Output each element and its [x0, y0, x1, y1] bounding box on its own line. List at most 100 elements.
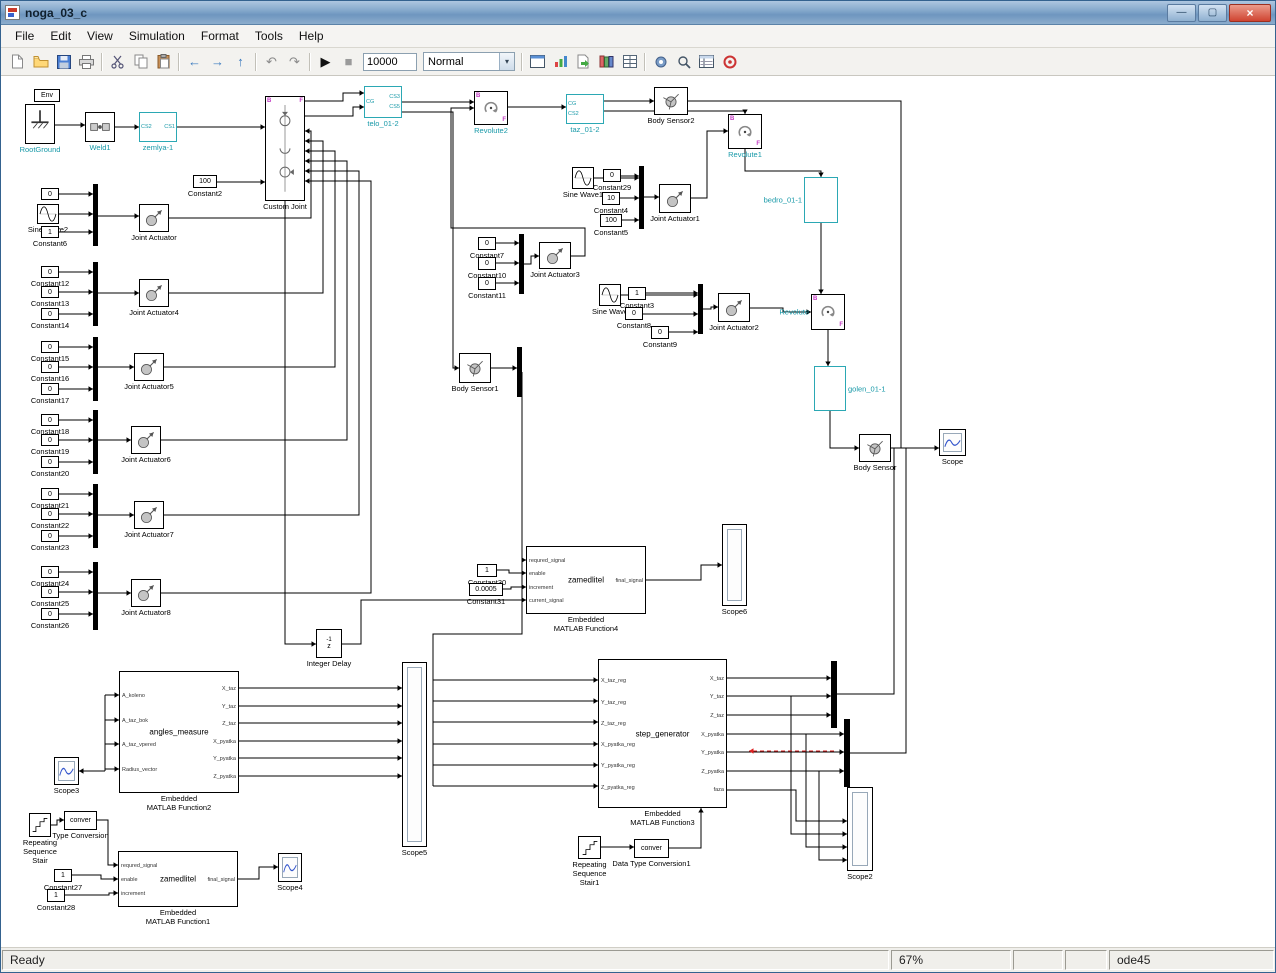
- configuration-button[interactable]: [695, 51, 718, 73]
- revolute2-block[interactable]: BFRevolute2: [474, 91, 508, 125]
- mux-k[interactable]: [831, 661, 837, 728]
- golen-block[interactable]: golen_01-1: [814, 366, 846, 411]
- constant18-block[interactable]: 0Constant18: [41, 414, 59, 426]
- model-explorer-button[interactable]: [618, 51, 641, 73]
- constant19-block[interactable]: 0Constant19: [41, 434, 59, 446]
- simulation-stepper-button[interactable]: [549, 51, 572, 73]
- mux-g[interactable]: [639, 166, 644, 229]
- weld1-block[interactable]: Weld1: [85, 112, 115, 142]
- joint-actuator2-block[interactable]: Joint Actuator2: [718, 293, 750, 322]
- menu-edit[interactable]: Edit: [42, 26, 79, 46]
- copy-button[interactable]: [129, 51, 152, 73]
- maximize-button[interactable]: ▢: [1198, 4, 1227, 22]
- constant8-block[interactable]: 0Constant8: [625, 307, 643, 320]
- new-model-button[interactable]: [6, 51, 29, 73]
- scope3-block[interactable]: Scope3: [54, 757, 79, 785]
- mux-d[interactable]: [93, 410, 98, 474]
- matlab-function3-block[interactable]: step_generatorX_taz_regY_taz_regZ_taz_re…: [598, 659, 727, 808]
- joint-actuator-block[interactable]: Joint Actuator: [139, 204, 169, 232]
- revolute-block[interactable]: BFRevolute: [811, 294, 845, 330]
- back-button[interactable]: ←: [183, 51, 206, 73]
- telo-block[interactable]: CGCS3CS5telo_01-2: [364, 86, 402, 118]
- constant13-block[interactable]: 0Constant13: [41, 286, 59, 298]
- constant6-block[interactable]: 1Constant6: [41, 226, 59, 238]
- constant21-block[interactable]: 0Constant21: [41, 488, 59, 500]
- constant17-block[interactable]: 0Constant17: [41, 383, 59, 395]
- constant30-block[interactable]: 1Constant30: [477, 564, 497, 577]
- find-button[interactable]: [672, 51, 695, 73]
- highlight-button[interactable]: [718, 51, 741, 73]
- constant16-block[interactable]: 0Constant16: [41, 361, 59, 373]
- joint-actuator3-block[interactable]: Joint Actuator3: [539, 242, 571, 269]
- library-browser-button[interactable]: [595, 51, 618, 73]
- constant20-block[interactable]: 0Constant20: [41, 456, 59, 468]
- repeating-sequence-stair-block[interactable]: Repeating Sequence Stair: [29, 813, 51, 837]
- cut-button[interactable]: [106, 51, 129, 73]
- matlab-function4-block[interactable]: zamedlitelrequred_signalenableincrementc…: [526, 546, 646, 614]
- mux-j[interactable]: [517, 347, 522, 397]
- constant22-block[interactable]: 0Constant22: [41, 508, 59, 520]
- constant5-block[interactable]: 100Constant5: [600, 214, 622, 227]
- rootground-block[interactable]: RootGround: [25, 104, 55, 144]
- constant7-block[interactable]: 0Constant7: [478, 237, 496, 250]
- constant28-block[interactable]: 1Constant28: [47, 889, 65, 902]
- close-button[interactable]: ×: [1229, 4, 1271, 22]
- mux-b[interactable]: [93, 262, 98, 326]
- model-browser-button[interactable]: [526, 51, 549, 73]
- mux-f[interactable]: [93, 562, 98, 630]
- revolute1-block[interactable]: BFRevolute1: [728, 114, 762, 149]
- start-simulation-button[interactable]: ▶: [314, 51, 337, 73]
- menu-tools[interactable]: Tools: [247, 26, 291, 46]
- repeating-sequence-stair1-block[interactable]: Repeating Sequence Stair1: [578, 836, 601, 859]
- constant25-block[interactable]: 0Constant25: [41, 586, 59, 598]
- constant31-block[interactable]: 0.0005Constant31: [469, 583, 503, 596]
- debug-button[interactable]: [649, 51, 672, 73]
- zemlya-block[interactable]: CS2CS1zemlya-1: [139, 112, 177, 142]
- generate-report-button[interactable]: [572, 51, 595, 73]
- scope-block[interactable]: Scope: [939, 429, 966, 456]
- mux-c[interactable]: [93, 337, 98, 401]
- constant1-block[interactable]: 0: [41, 188, 59, 200]
- constant9-block[interactable]: 0Constant9: [651, 326, 669, 339]
- forward-button[interactable]: →: [206, 51, 229, 73]
- mux-h[interactable]: [519, 234, 524, 294]
- joint-actuator5-block[interactable]: Joint Actuator5: [134, 353, 164, 381]
- joint-actuator4-block[interactable]: Joint Actuator4: [139, 279, 169, 307]
- body-sensor2-block[interactable]: Body Sensor2: [654, 87, 688, 115]
- save-model-button[interactable]: [52, 51, 75, 73]
- stop-simulation-button[interactable]: ■: [337, 51, 360, 73]
- body-sensor1-block[interactable]: Body Sensor1: [459, 353, 491, 383]
- constant2-block[interactable]: 100Constant2: [193, 175, 217, 188]
- redo-button[interactable]: ↷: [283, 51, 306, 73]
- scope4-block[interactable]: Scope4: [278, 853, 302, 882]
- mux-i[interactable]: [698, 284, 703, 334]
- taz-block[interactable]: CGCS2taz_01-2: [566, 94, 604, 124]
- menu-view[interactable]: View: [79, 26, 121, 46]
- menu-help[interactable]: Help: [291, 26, 332, 46]
- up-button[interactable]: ↑: [229, 51, 252, 73]
- constant14-block[interactable]: 0Constant14: [41, 308, 59, 320]
- joint-actuator6-block[interactable]: Joint Actuator6: [131, 426, 161, 454]
- scope6-block[interactable]: Scope6: [722, 524, 747, 606]
- mux-l[interactable]: [844, 719, 850, 787]
- undo-button[interactable]: ↶: [260, 51, 283, 73]
- joint-actuator1-block[interactable]: Joint Actuator1: [659, 184, 691, 213]
- sine-wave1-block[interactable]: Sine Wave1: [572, 167, 594, 189]
- constant10-block[interactable]: 0Constant10: [478, 257, 496, 270]
- custom-joint-block[interactable]: BFCustom Joint: [265, 96, 305, 201]
- bedro-block[interactable]: bedro_01-1: [804, 177, 838, 223]
- mux-a[interactable]: [93, 184, 98, 246]
- minimize-button[interactable]: —: [1167, 4, 1196, 22]
- matlab-function2-block[interactable]: angles_measureA_kolenoA_taz_bokA_taz_vpe…: [119, 671, 239, 793]
- model-canvas[interactable]: Env RootGround Weld1 CS2CS1zemlya-1 BFCustom…: [1, 76, 1275, 947]
- constant12-block[interactable]: 0Constant12: [41, 266, 59, 278]
- env-block[interactable]: Env: [34, 89, 60, 102]
- scope2-block[interactable]: Scope2: [847, 787, 873, 871]
- integer-delay-block[interactable]: -1zInteger Delay: [316, 629, 342, 658]
- sine-wave-block[interactable]: Sine Wave: [599, 284, 621, 306]
- constant11-block[interactable]: 0Constant11: [478, 277, 496, 290]
- constant4-block[interactable]: 10Constant4: [602, 192, 620, 205]
- constant24-block[interactable]: 0Constant24: [41, 566, 59, 578]
- menu-file[interactable]: File: [7, 26, 42, 46]
- joint-actuator8-block[interactable]: Joint Actuator8: [131, 579, 161, 607]
